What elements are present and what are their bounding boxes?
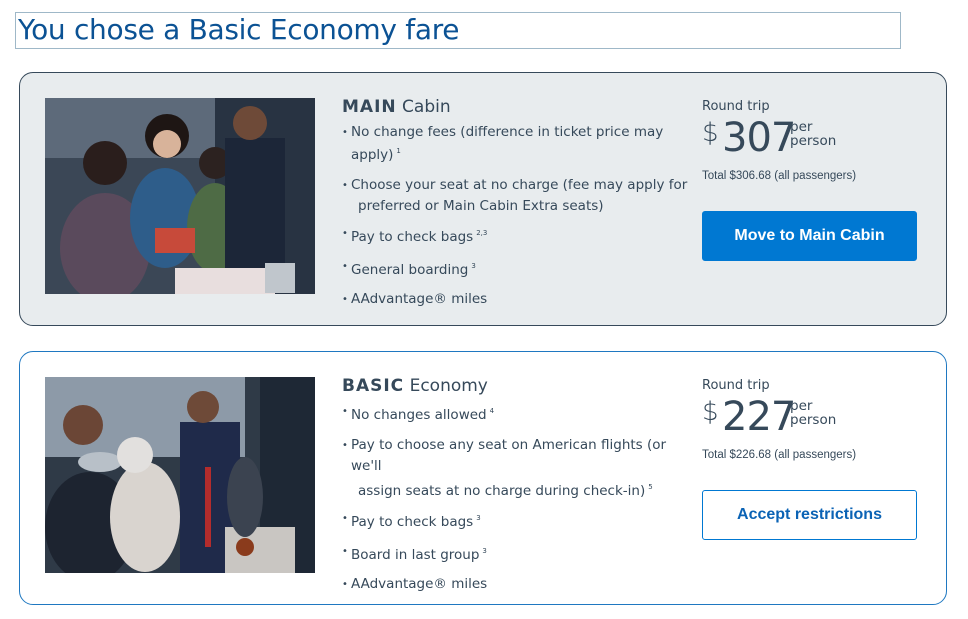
price-amount: 307 (722, 115, 796, 161)
page-title: You chose a Basic Economy fare (15, 12, 901, 49)
price-display: $ 227 per person (702, 395, 922, 441)
move-to-main-cabin-button[interactable]: Move to Main Cabin (702, 211, 917, 261)
basic-economy-card: BASIC Economy No changes allowed4 Pay to… (19, 351, 947, 605)
per-person-label: per person (790, 398, 837, 428)
total-price: Total $226.68 (all passengers) (702, 449, 857, 461)
list-item: AAdvantage® miles (342, 290, 692, 309)
list-item: Pay to choose any seat on American fligh… (342, 435, 692, 502)
list-item: Board in last group3 (342, 542, 692, 565)
round-trip-label: Round trip (702, 99, 770, 114)
list-item: No change fees (difference in ticket pri… (342, 123, 692, 165)
accept-restrictions-button[interactable]: Accept restrictions (702, 490, 917, 540)
main-cabin-card: MAIN Cabin No change fees (difference in… (19, 72, 947, 326)
price-display: $ 307 per person (702, 116, 922, 162)
list-item: AAdvantage® miles (342, 575, 692, 594)
main-cabin-heading: MAIN Cabin (342, 97, 451, 117)
currency-symbol: $ (702, 118, 719, 148)
list-item: Pay to check bags3 (342, 509, 692, 532)
total-price: Total $306.68 (all passengers) (702, 170, 857, 182)
per-person-label: per person (790, 119, 837, 149)
basic-economy-photo (45, 377, 315, 573)
list-item: Choose your seat at no charge (fee may a… (342, 175, 692, 217)
main-cabin-photo (45, 98, 315, 294)
list-item: No changes allowed4 (342, 402, 692, 425)
currency-symbol: $ (702, 397, 719, 427)
main-cabin-details: MAIN Cabin No change fees (difference in… (342, 97, 692, 319)
list-item: Pay to check bags2,3 (342, 224, 692, 247)
basic-economy-heading: BASIC Economy (342, 376, 488, 396)
main-cabin-feature-list: No change fees (difference in ticket pri… (342, 123, 692, 309)
basic-economy-price: Round trip $ 227 per person Total $226.68… (702, 378, 922, 461)
round-trip-label: Round trip (702, 378, 770, 393)
basic-economy-feature-list: No changes allowed4 Pay to choose any se… (342, 402, 692, 594)
basic-economy-details: BASIC Economy No changes allowed4 Pay to… (342, 376, 692, 604)
price-amount: 227 (722, 394, 796, 440)
main-cabin-price: Round trip $ 307 per person Total $306.68… (702, 99, 922, 182)
list-item: General boarding3 (342, 257, 692, 280)
